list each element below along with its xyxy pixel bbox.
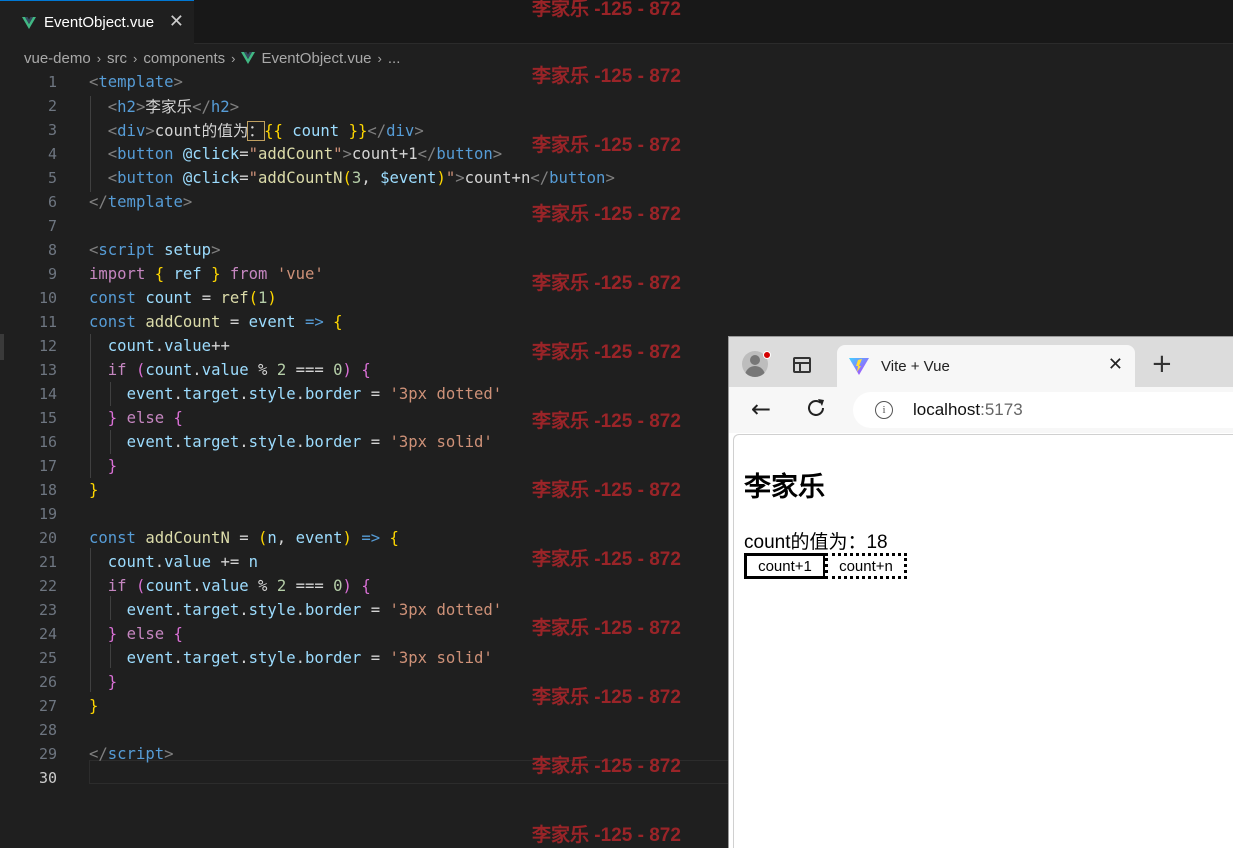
breadcrumb: vue-demo › src › components › EventObjec… bbox=[24, 46, 400, 70]
code-line[interactable]: 11 const addCount = event => { bbox=[0, 310, 1233, 334]
line-number: 7 bbox=[47, 217, 57, 235]
line-number: 10 bbox=[38, 289, 57, 307]
back-arrow-icon[interactable]: ← bbox=[751, 395, 771, 423]
line-number: 8 bbox=[47, 241, 57, 259]
line-number: 23 bbox=[38, 601, 57, 619]
browser-window: Vite + Vue ✕ + ← i localhost:5173 李家乐 co… bbox=[728, 336, 1233, 848]
code-line[interactable]: 8 <script setup> bbox=[0, 238, 1233, 262]
line-number: 5 bbox=[47, 169, 57, 187]
code-line[interactable]: 5 <button @click="addCountN(3, $event)">… bbox=[0, 166, 1233, 190]
breadcrumb-item-vue-demo[interactable]: vue-demo bbox=[24, 50, 91, 67]
breadcrumb-item-components[interactable]: components bbox=[143, 50, 225, 67]
line-number: 3 bbox=[47, 121, 57, 139]
watermark: 李家乐 -125 - 872 bbox=[532, 0, 681, 20]
line-number: 4 bbox=[47, 145, 57, 163]
watermark: 李家乐 -125 - 872 bbox=[532, 825, 681, 846]
line-number: 22 bbox=[38, 577, 57, 595]
address-host: localhost bbox=[913, 400, 981, 419]
line-number: 1 bbox=[47, 73, 57, 91]
address-port: :5173 bbox=[980, 400, 1023, 419]
chevron-right-icon: › bbox=[231, 50, 236, 66]
browser-tab-title: Vite + Vue bbox=[881, 357, 950, 375]
watermark: 李家乐 -125 - 872 bbox=[532, 66, 681, 87]
vite-logo-icon bbox=[849, 358, 869, 375]
vue-file-icon bbox=[22, 16, 36, 29]
close-icon[interactable]: ✕ bbox=[1108, 354, 1123, 375]
line-number: 26 bbox=[38, 673, 57, 691]
line-number: 27 bbox=[38, 697, 57, 715]
line-number: 21 bbox=[38, 553, 57, 571]
tab-actions-icon[interactable] bbox=[793, 357, 811, 373]
line-number: 17 bbox=[38, 457, 57, 475]
chevron-right-icon: › bbox=[133, 50, 138, 66]
watermark: 李家乐 -125 - 872 bbox=[532, 204, 681, 225]
watermark: 李家乐 -125 - 872 bbox=[532, 756, 681, 777]
chevron-right-icon: › bbox=[96, 50, 102, 66]
browser-toolbar: ← i localhost:5173 bbox=[729, 387, 1233, 433]
reload-icon[interactable] bbox=[805, 397, 827, 419]
line-number: 16 bbox=[38, 433, 57, 451]
line-number: 6 bbox=[47, 193, 57, 211]
line-number: 19 bbox=[38, 505, 57, 523]
editor-tab-label: EventObject.vue bbox=[44, 14, 155, 31]
close-icon[interactable]: ✕ bbox=[169, 11, 184, 32]
watermark: 李家乐 -125 - 872 bbox=[532, 480, 681, 501]
line-number: 15 bbox=[38, 409, 57, 427]
address-bar[interactable]: i localhost:5173 bbox=[853, 392, 1233, 428]
watermark: 李家乐 -125 - 872 bbox=[532, 342, 681, 363]
line-number: 2 bbox=[47, 97, 57, 115]
code-line[interactable]: 2 <h2>李家乐</h2> bbox=[0, 94, 1233, 118]
breadcrumb-item-file[interactable]: EventObject.vue bbox=[261, 50, 371, 67]
new-tab-button[interactable]: + bbox=[1151, 349, 1173, 379]
chevron-right-icon: › bbox=[377, 50, 382, 66]
line-number-current: 30 bbox=[38, 769, 57, 787]
page-heading: 李家乐 bbox=[744, 472, 825, 502]
line-number: 14 bbox=[38, 385, 57, 403]
watermark: 李家乐 -125 - 872 bbox=[532, 411, 681, 432]
count-plus-one-button[interactable]: count+1 bbox=[744, 553, 826, 579]
browser-page-content: 李家乐 count的值为：18 count+1 count+n bbox=[733, 434, 1233, 848]
line-number: 13 bbox=[38, 361, 57, 379]
line-number: 12 bbox=[38, 337, 57, 355]
browser-tab-strip: Vite + Vue ✕ + bbox=[729, 337, 1233, 387]
browser-tab-vite[interactable]: Vite + Vue ✕ bbox=[837, 345, 1135, 387]
count-display: count的值为：18 bbox=[744, 532, 888, 553]
notification-dot-icon bbox=[763, 351, 771, 359]
line-number: 28 bbox=[38, 721, 57, 739]
count-plus-n-button[interactable]: count+n bbox=[825, 553, 907, 579]
vue-file-icon bbox=[241, 52, 256, 64]
watermark: 李家乐 -125 - 872 bbox=[532, 273, 681, 294]
line-number: 18 bbox=[38, 481, 57, 499]
line-number: 29 bbox=[38, 745, 57, 763]
editor-tab-eventobject[interactable]: EventObject.vue ✕ bbox=[0, 0, 194, 44]
watermark: 李家乐 -125 - 872 bbox=[532, 687, 681, 708]
line-number: 11 bbox=[38, 313, 57, 331]
watermark: 李家乐 -125 - 872 bbox=[532, 618, 681, 639]
info-icon[interactable]: i bbox=[875, 401, 893, 419]
watermark: 李家乐 -125 - 872 bbox=[532, 135, 681, 156]
line-number: 9 bbox=[47, 265, 57, 283]
breadcrumb-item-symbol[interactable]: ... bbox=[388, 50, 401, 67]
watermark: 李家乐 -125 - 872 bbox=[532, 549, 681, 570]
breadcrumb-item-src[interactable]: src bbox=[107, 50, 127, 67]
line-number: 25 bbox=[38, 649, 57, 667]
line-number: 24 bbox=[38, 625, 57, 643]
line-number: 20 bbox=[38, 529, 57, 547]
